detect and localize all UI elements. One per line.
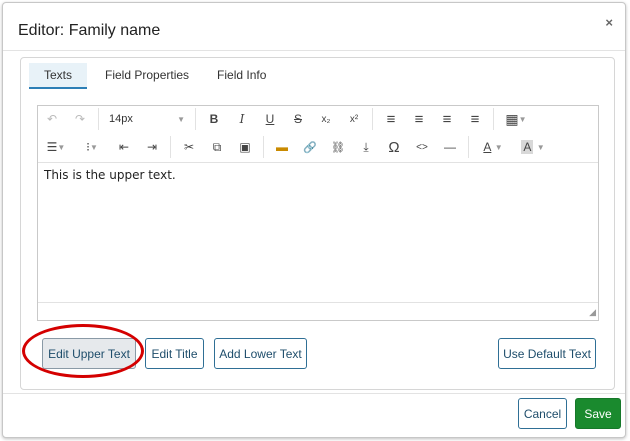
toolbar-separator [98,108,99,130]
paste-icon[interactable]: ▣ [231,135,259,159]
tab-field-properties[interactable]: Field Properties [95,63,199,89]
toolbar-separator [195,108,196,130]
use-default-text-button[interactable]: Use Default Text [498,338,596,369]
tab-texts[interactable]: Texts [29,63,87,89]
superscript-icon[interactable]: x² [340,107,368,131]
save-button[interactable]: Save [575,398,621,429]
toolbar-divider [38,162,598,163]
toolbar-separator [170,136,171,158]
cut-icon[interactable]: ✂ [175,135,203,159]
bullet-list-glyph: ☰ [46,140,58,154]
outdent-icon[interactable]: ⇤ [110,135,138,159]
toolbar-row-2: ☰ ▼ ⁝ ▼ ⇤ ⇥ ✂ ⧉ ▣ ▬ 🔗 ⛓ ⤓ Ω <> — A ▼ A ▼ [38,134,598,160]
toolbar-separator [493,108,494,130]
header-divider [3,50,625,51]
bold-icon[interactable]: B [200,107,228,131]
toolbar-separator [263,136,264,158]
undo-icon[interactable]: ↶ [38,107,66,131]
tab-bar: Texts Field Properties Field Info [29,63,276,89]
chevron-down-icon: ▼ [89,142,98,152]
table-icon[interactable]: ▦ ▼ [498,107,534,131]
justify-icon[interactable]: ≡ [461,107,489,131]
italic-icon[interactable]: I [228,107,256,131]
tab-field-info[interactable]: Field Info [207,63,276,89]
edit-upper-text-button[interactable]: Edit Upper Text [42,338,136,369]
font-size-select[interactable]: 14px ▼ [103,107,191,131]
dialog-title: Editor: Family name [18,22,161,39]
code-icon[interactable]: <> [408,135,436,159]
unlink-icon[interactable]: ⛓ [324,135,352,159]
redo-icon[interactable]: ↷ [66,107,94,131]
chevron-down-icon: ▼ [57,142,66,152]
background-color-glyph: A [521,140,534,154]
font-color-glyph: A [483,140,492,154]
align-left-icon[interactable]: ≡ [377,107,405,131]
chevron-down-icon: ▼ [177,114,185,124]
background-color-icon[interactable]: A ▼ [513,135,553,159]
font-color-icon[interactable]: A ▼ [473,135,513,159]
subscript-icon[interactable]: x₂ [312,107,340,131]
add-lower-text-button[interactable]: Add Lower Text [214,338,307,369]
close-icon[interactable]: × [605,15,613,30]
indent-icon[interactable]: ⇥ [138,135,166,159]
edit-title-button[interactable]: Edit Title [145,338,204,369]
underline-icon[interactable]: U [256,107,284,131]
editor-dialog: Editor: Family name × Texts Field Proper… [2,2,626,438]
special-character-icon[interactable]: Ω [380,135,408,159]
strikethrough-icon[interactable]: S [284,107,312,131]
table-glyph: ▦ [505,110,519,127]
status-bar-divider [38,302,598,303]
editor-content[interactable]: This is the upper text. [44,168,176,182]
numbered-list-icon[interactable]: ⁝ ▼ [74,135,110,159]
bullet-list-icon[interactable]: ☰ ▼ [38,135,74,159]
toolbar-separator [468,136,469,158]
insert-icon[interactable]: ⤓ [352,135,380,159]
align-right-icon[interactable]: ≡ [433,107,461,131]
link-icon[interactable]: 🔗 [296,135,324,159]
rich-text-editor: ↶ ↷ 14px ▼ B I U S x₂ x² ≡ ≡ ≡ ≡ ▦ ▼ ☰ ▼… [37,105,599,321]
horizontal-rule-icon[interactable]: — [436,135,464,159]
chevron-down-icon: ▼ [536,142,545,152]
toolbar-separator [372,108,373,130]
resize-grip-icon[interactable]: ◢ [589,307,596,318]
align-center-icon[interactable]: ≡ [405,107,433,131]
chevron-down-icon: ▼ [518,114,527,124]
toolbar-row-1: ↶ ↷ 14px ▼ B I U S x₂ x² ≡ ≡ ≡ ≡ ▦ ▼ [38,106,598,132]
cancel-button[interactable]: Cancel [518,398,567,429]
image-icon[interactable]: ▬ [268,135,296,159]
texts-panel: Texts Field Properties Field Info ↶ ↷ 14… [20,57,615,390]
font-size-value: 14px [109,113,133,125]
copy-icon[interactable]: ⧉ [203,135,231,159]
footer-divider [3,393,625,394]
chevron-down-icon: ▼ [494,142,503,152]
